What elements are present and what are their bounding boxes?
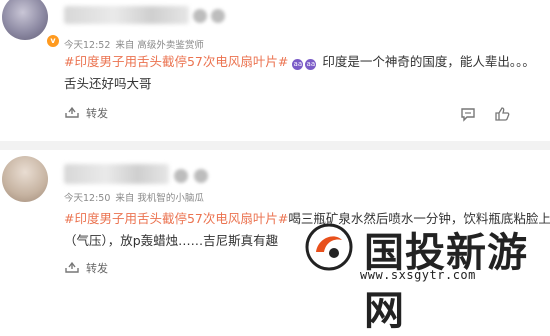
emoji-icon: aa [305, 59, 317, 70]
post-text: 印度是一个神奇的国度，能人辈出。。。 [322, 54, 535, 69]
post-source[interactable]: 来自 高级外卖鉴赏师 [115, 40, 204, 51]
post-time: 今天12:52 [64, 40, 111, 51]
level-icon [211, 9, 225, 23]
post-text-line-2: （气压），放p轰蜡烛……吉尼斯真有趣 [64, 230, 278, 249]
forward-button[interactable]: 转发 [64, 105, 108, 121]
like-icon[interactable] [493, 105, 511, 123]
level-icon [194, 169, 208, 183]
forward-label: 转发 [86, 107, 108, 120]
post-text: 舌头还好吗大哥 [64, 76, 152, 91]
post-1: v 今天12:52 来自 高级外卖鉴赏师 #印度男子用舌头截停57次电风扇叶片# … [0, 0, 550, 141]
watermark-logo-icon [305, 223, 353, 271]
verified-badge-icon: v [46, 34, 60, 48]
username-blurred[interactable] [64, 164, 169, 184]
topic-link[interactable]: #印度男子用舌头截停57次电风扇叶片# [64, 211, 288, 226]
post-text-line-1: #印度男子用舌头截停57次电风扇叶片# aa aa 印度是一个神奇的国度，能人辈出… [64, 51, 535, 70]
post-meta: 今天12:52 来自 高级外卖鉴赏师 [64, 37, 209, 51]
site-watermark: 国投新游网 www.sxsgytr.com [300, 218, 550, 334]
comment-icon[interactable] [459, 105, 477, 123]
emoji-icon: aa [292, 59, 304, 70]
post-text: （气压），放p轰蜡烛……吉尼斯真有趣 [64, 233, 279, 248]
member-icon [193, 9, 207, 23]
forward-icon [65, 261, 79, 273]
watermark-url: www.sxsgytr.com [360, 268, 476, 282]
forward-label: 转发 [86, 262, 108, 275]
forward-icon [65, 106, 79, 118]
action-bar: 转发 [0, 105, 550, 125]
post-separator [0, 141, 550, 150]
post-meta: 今天12:50 来自 我机智的小脑瓜 [64, 190, 209, 204]
username-blurred[interactable] [64, 6, 189, 24]
forward-button[interactable]: 转发 [64, 260, 108, 276]
avatar[interactable] [2, 0, 48, 40]
post-source[interactable]: 来自 我机智的小脑瓜 [115, 193, 204, 204]
member-icon [174, 169, 188, 183]
topic-link[interactable]: #印度男子用舌头截停57次电风扇叶片# [64, 54, 288, 69]
avatar[interactable] [2, 156, 48, 202]
post-time: 今天12:50 [64, 193, 111, 204]
post-text-line-2: 舌头还好吗大哥 [64, 73, 152, 92]
